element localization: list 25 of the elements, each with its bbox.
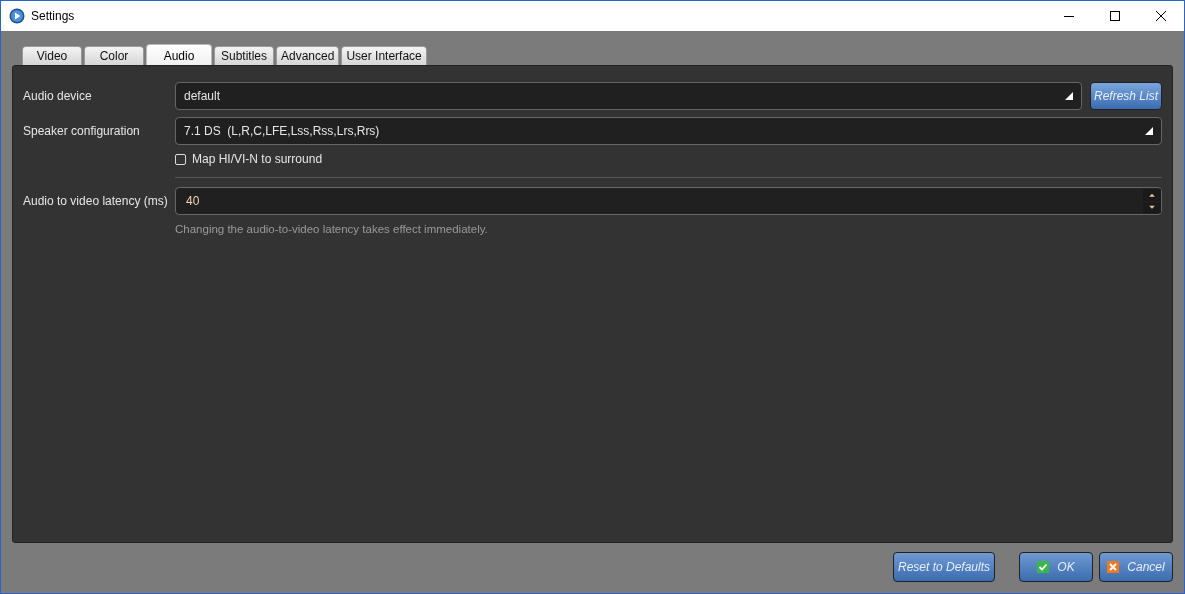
- close-icon: [1107, 561, 1120, 573]
- checkbox[interactable]: [175, 153, 186, 165]
- dropdown-arrow-icon: [1145, 127, 1153, 135]
- tab[interactable]: Audio: [146, 44, 212, 66]
- check-icon: [1037, 561, 1050, 573]
- maximize-icon[interactable]: [1110, 11, 1120, 21]
- spin-up-icon[interactable]: [1143, 189, 1161, 201]
- close-icon[interactable]: [1156, 11, 1166, 21]
- spin-down-icon[interactable]: [1143, 201, 1161, 213]
- speaker-configuration-dropdown[interactable]: 7.1 DS (L,R,C,LFE,Lss,Rss,Lrs,Rrs): [175, 117, 1162, 145]
- hint-text: Changing the audio-to-video latency takes effect immediately.: [175, 222, 489, 237]
- tab[interactable]: Subtitles: [214, 46, 274, 65]
- field-label: Audio device: [23, 88, 93, 105]
- field-label: Speaker configuration: [23, 123, 141, 140]
- tab[interactable]: Video: [22, 46, 82, 65]
- audio-device-dropdown[interactable]: default: [175, 82, 1082, 110]
- tab[interactable]: Color: [84, 46, 144, 65]
- tab[interactable]: Advanced: [276, 46, 340, 65]
- app-logo-icon: [9, 8, 25, 24]
- field-label: Audio to video latency (ms): [23, 193, 169, 210]
- latency-spinbox[interactable]: 40: [175, 187, 1162, 215]
- window-title: Settings: [31, 8, 75, 25]
- checkbox-label[interactable]: Map HI/VI-N to surround: [192, 150, 323, 168]
- tab[interactable]: User Interface: [341, 46, 427, 65]
- dropdown-arrow-icon: [1065, 92, 1073, 100]
